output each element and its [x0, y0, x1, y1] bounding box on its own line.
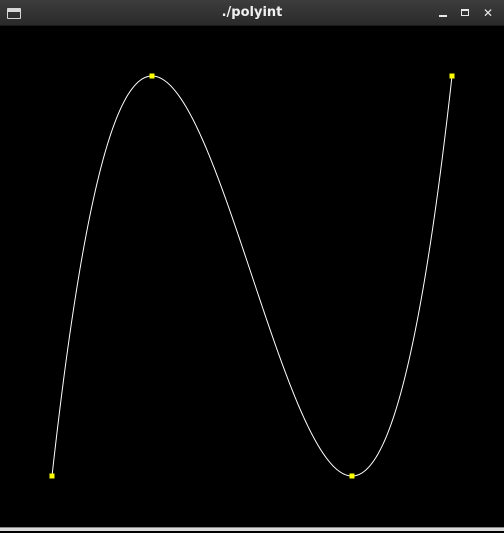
window-title: ./polyint — [221, 5, 283, 20]
maximize-icon — [461, 9, 469, 16]
plot-svg — [49, 73, 455, 479]
minimize-icon — [439, 15, 447, 17]
drawing-canvas[interactable] — [0, 26, 504, 529]
close-button[interactable]: ✕ — [480, 5, 496, 21]
interpolated-curve — [51, 75, 453, 477]
control-point-4[interactable] — [449, 73, 455, 79]
minimize-button[interactable] — [435, 5, 451, 21]
control-point-2[interactable] — [149, 73, 155, 79]
title-bar[interactable]: ./polyint ✕ — [0, 0, 504, 26]
control-point-1[interactable] — [49, 473, 55, 479]
window-bottom-border — [0, 527, 504, 531]
maximize-button[interactable] — [457, 5, 473, 21]
control-point-3[interactable] — [349, 473, 355, 479]
close-icon: ✕ — [482, 6, 494, 20]
app-window: ./polyint ✕ — [0, 0, 504, 531]
